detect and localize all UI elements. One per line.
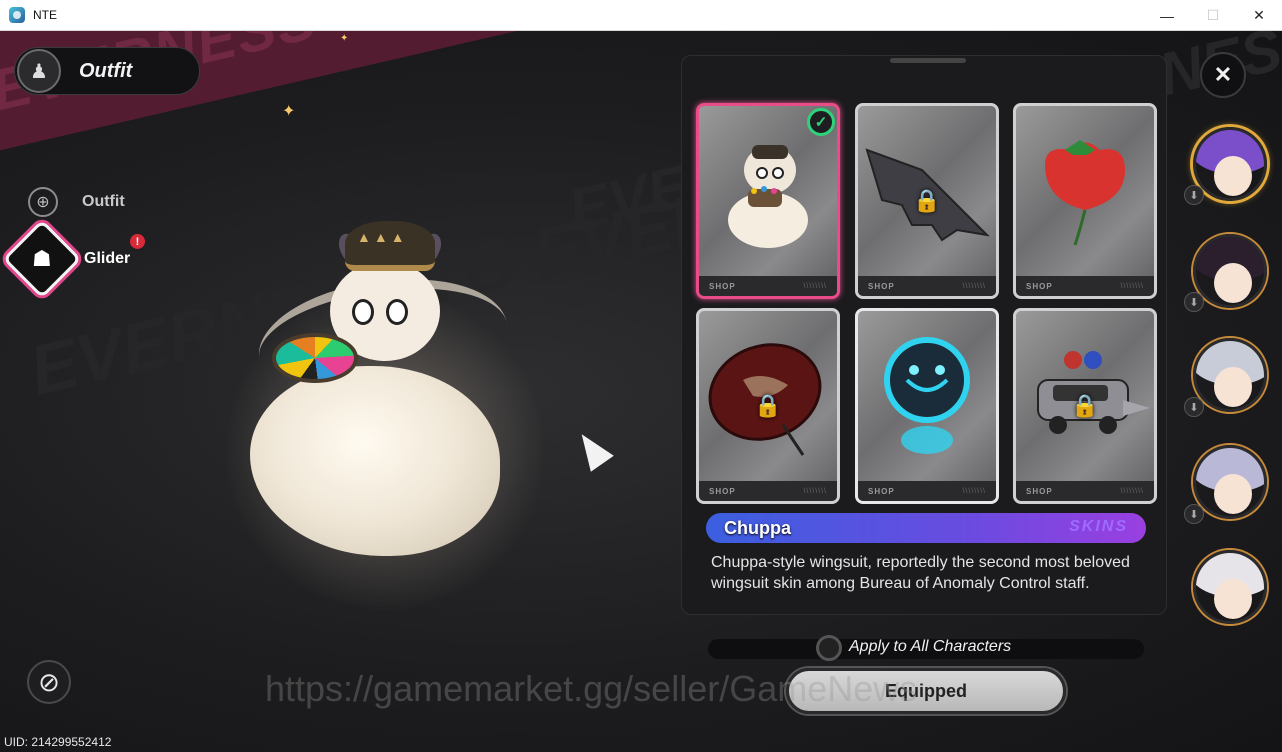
card-footer-pattern: \\\\\\\\ <box>962 487 986 495</box>
shop-label: SHOP <box>868 281 895 291</box>
lock-icon: 🔒 <box>754 393 782 418</box>
item-name-bar: Chuppa SKINS <box>706 513 1146 543</box>
strawberry-art-icon <box>1016 106 1154 274</box>
card-footer: SHOP \\\\\\\\ <box>858 481 996 501</box>
maximize-button[interactable]: ☐ <box>1190 0 1236 31</box>
window-title: NTE <box>33 8 57 22</box>
nav-item-outfit[interactable]: ⊕ Outfit <box>28 187 125 217</box>
glider-card-chuppa[interactable]: ✓ SHOP \\\\\\\\ <box>696 103 840 299</box>
ghost-icon: ☗ <box>2 219 82 299</box>
character-avatar[interactable] <box>1193 234 1267 308</box>
chevron-down-icon[interactable]: ⬇ <box>1184 185 1204 205</box>
glider-card-bat-wing[interactable]: 🔒 SHOP \\\\\\\\ <box>855 103 999 299</box>
avatar-face <box>1214 263 1252 303</box>
card-footer-pattern: \\\\\\\\ <box>962 282 986 290</box>
card-footer: SHOP \\\\\\\\ <box>699 481 837 501</box>
character-avatar[interactable] <box>1193 127 1267 201</box>
character-avatar[interactable] <box>1193 445 1267 519</box>
glider-card-umbrella[interactable]: 🔒 SHOP \\\\\\\\ <box>696 308 840 504</box>
card-footer-pattern: \\\\\\\\ <box>1120 282 1144 290</box>
item-type-label: SKINS <box>1069 518 1128 535</box>
avatar-face <box>1214 474 1252 514</box>
shop-label: SHOP <box>709 281 736 291</box>
character-avatar[interactable] <box>1193 338 1267 412</box>
avatar-face <box>1214 156 1252 196</box>
uid-label: UID: 214299552412 <box>4 735 112 749</box>
window-close-button[interactable]: ✕ <box>1236 0 1282 31</box>
item-description: Chuppa-style wingsuit, reportedly the se… <box>711 554 1130 592</box>
card-footer: SHOP \\\\\\\\ <box>1016 481 1154 501</box>
alert-badge: ! <box>130 234 145 249</box>
chevron-down-icon[interactable]: ⬇ <box>1184 292 1204 312</box>
crosshair-icon: ⊕ <box>28 187 58 217</box>
nav-item-label: Outfit <box>82 193 125 210</box>
app-logo-icon <box>9 7 25 23</box>
card-footer-pattern: \\\\\\\\ <box>1120 487 1144 495</box>
lock-icon: 🔒 <box>913 188 941 213</box>
window-controls: — ☐ ✕ <box>1144 0 1282 31</box>
avatar-face <box>1214 367 1252 407</box>
watermark-text: https://gamemarket.gg/seller/GameNews <box>265 668 918 709</box>
glider-card-police-car[interactable]: 🔒 SHOP \\\\\\\\ <box>1013 308 1157 504</box>
sparkle-icon: ✦ <box>340 33 349 44</box>
hide-ui-button[interactable]: ⊘ <box>27 660 71 704</box>
window-titlebar: NTE — ☐ ✕ <box>0 0 1282 31</box>
close-button[interactable]: ✕ <box>1200 52 1246 98</box>
mouse-cursor-icon <box>570 426 614 472</box>
shop-label: SHOP <box>868 486 895 496</box>
chevron-down-icon[interactable]: ⬇ <box>1184 504 1204 524</box>
chevron-down-icon[interactable]: ⬇ <box>1184 397 1204 417</box>
eye-right <box>386 299 408 325</box>
apply-all-label: Apply to All Characters <box>849 638 1012 655</box>
colorful-drum <box>272 333 358 383</box>
chuppa-hat <box>345 221 435 271</box>
nav-item-label: Glider <box>84 250 131 267</box>
card-footer: SHOP \\\\\\\\ <box>1016 276 1154 296</box>
eye-left <box>352 299 374 325</box>
minimize-button[interactable]: — <box>1144 0 1190 31</box>
card-footer: SHOP \\\\\\\\ <box>858 276 996 296</box>
shop-label: SHOP <box>709 486 736 496</box>
outfit-header-icon: ♟ <box>17 49 61 93</box>
sparkle-icon: ✦ <box>282 103 296 120</box>
panel-grip <box>890 58 966 63</box>
glider-card-strawberry[interactable]: SHOP \\\\\\\\ <box>1013 103 1157 299</box>
spirit-flame-art-icon <box>858 311 996 479</box>
shop-label: SHOP <box>1026 486 1053 496</box>
avatar-face <box>1214 579 1252 619</box>
item-name: Chuppa <box>724 518 791 538</box>
equipped-check-icon: ✓ <box>807 108 835 136</box>
lock-icon: 🔒 <box>1071 393 1099 418</box>
apply-all-toggle[interactable] <box>816 635 842 661</box>
card-footer-pattern: \\\\\\\\ <box>803 487 827 495</box>
page-header: ♟ Outfit <box>14 47 200 95</box>
character-avatar[interactable] <box>1193 550 1267 624</box>
card-footer-pattern: \\\\\\\\ <box>803 282 827 290</box>
glider-card-spirit-flame[interactable]: SHOP \\\\\\\\ <box>855 308 999 504</box>
card-footer: SHOP \\\\\\\\ <box>699 276 837 296</box>
page-title: Outfit <box>79 59 133 82</box>
shop-label: SHOP <box>1026 281 1053 291</box>
nav-item-glider[interactable]: ☗ Glider <box>2 219 131 299</box>
app-root: NTE — ☐ ✕ EVERNESS TO EVERNESS EVERNESS … <box>0 0 1282 752</box>
